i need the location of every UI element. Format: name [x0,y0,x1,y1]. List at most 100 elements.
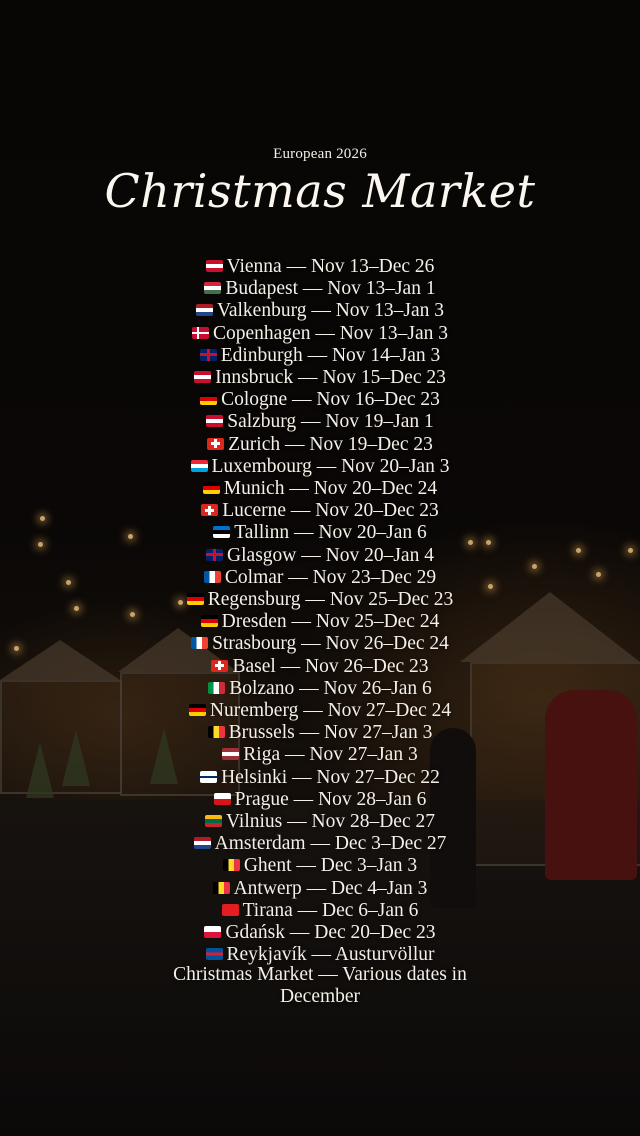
market-item: Munich — Nov 20–Dec 24 [0,478,640,500]
market-item: Tallinn — Nov 20–Jan 6 [0,522,640,544]
market-item-text: Budapest — Nov 13–Jan 1 [225,278,436,300]
albania-flag-icon [221,903,239,916]
luxembourg-flag-icon [190,459,208,472]
market-item: Amsterdam — Dec 3–Dec 27 [0,833,640,855]
market-item-text: Prague — Nov 28–Jan 6 [234,788,427,810]
market-list: Vienna — Nov 13–Dec 26 Budapest — Nov 13–… [0,256,640,967]
market-item: Colmar — Nov 23–Dec 29 [0,567,640,589]
market-item-text: Zurich — Nov 19–Dec 23 [228,433,433,455]
market-item-text: Munich — Nov 20–Dec 24 [223,478,438,500]
germany-flag-icon [200,393,218,406]
market-item: Gdańsk — Dec 20–Dec 23 [0,922,640,944]
market-item-text: Tallinn — Nov 20–Jan 6 [234,522,427,544]
market-item: Antwerp — Dec 4–Jan 3 [0,878,640,900]
market-item-text: Reykjavík — Austurvöllur [226,944,435,966]
market-item-text: Valkenburg — Nov 13–Jan 3 [216,300,445,322]
uk-flag-icon [199,348,217,361]
market-item-text: Innsbruck — Nov 15–Dec 23 [215,367,446,389]
estonia-flag-icon [213,526,231,539]
market-item: Ghent — Dec 3–Jan 3 [0,855,640,877]
market-item-text: Brussels — Nov 27–Jan 3 [228,722,433,744]
market-item-text: Colmar — Nov 23–Dec 29 [224,566,437,588]
market-item-text: Copenhagen — Nov 13–Jan 3 [212,322,449,344]
market-item: Salzburg — Nov 19–Jan 1 [0,411,640,433]
footer-note: Christmas Market — Various dates in Dece… [173,964,467,1008]
market-item-text: Dresden — Nov 25–Dec 24 [221,611,440,633]
market-item: Basel — Nov 26–Dec 23 [0,656,640,678]
latvia-flag-icon [222,748,240,761]
belgium-flag-icon [212,881,230,894]
market-item-text: Antwerp — Dec 4–Jan 3 [233,877,428,899]
italy-flag-icon [208,681,226,694]
market-item-text: Nuremberg — Nov 27–Dec 24 [209,700,452,722]
czech-flag-icon [213,792,231,805]
austria-flag-icon [205,260,223,272]
market-item-text: Helsinki — Nov 27–Dec 22 [221,766,440,788]
market-item: Glasgow — Nov 20–Jan 4 [0,545,640,567]
market-item-text: Basel — Nov 26–Dec 23 [232,655,429,677]
market-item-text: Salzburg — Nov 19–Jan 1 [227,411,434,433]
belgium-flag-icon [207,726,225,739]
netherlands-flag-icon [193,837,211,850]
market-item-text: Ghent — Dec 3–Jan 3 [243,855,418,877]
switzerland-flag-icon [211,659,229,672]
market-item: Lucerne — Nov 20–Dec 23 [0,500,640,522]
switzerland-flag-icon [207,437,225,450]
austria-flag-icon [194,371,212,384]
market-item: Dresden — Nov 25–Dec 24 [0,611,640,633]
market-item-text: Amsterdam — Dec 3–Dec 27 [214,833,447,855]
market-item: Valkenburg — Nov 13–Jan 3 [0,300,640,322]
market-item: Edinburgh — Nov 14–Jan 3 [0,345,640,367]
market-item-text: Bolzano — Nov 26–Jan 6 [229,677,432,699]
market-item: Bolzano — Nov 26–Jan 6 [0,678,640,700]
market-item: Vilnius — Nov 28–Dec 27 [0,811,640,833]
market-item-text: Regensburg — Nov 25–Dec 23 [207,589,454,611]
market-item-text: Edinburgh — Nov 14–Jan 3 [220,344,441,366]
germany-flag-icon [188,704,206,717]
market-item-text: Strasbourg — Nov 26–Dec 24 [212,633,449,655]
market-item-text: Gdańsk — Dec 20–Dec 23 [225,922,436,944]
market-item-text: Vienna — Nov 13–Dec 26 [226,256,435,277]
iceland-flag-icon [205,948,223,961]
market-item-text: Luxembourg — Nov 20–Jan 3 [211,455,450,477]
market-item-text: Lucerne — Nov 20–Dec 23 [222,500,439,522]
market-item: Prague — Nov 28–Jan 6 [0,789,640,811]
poland-flag-icon [204,926,222,939]
market-item-text: Glasgow — Nov 20–Jan 4 [227,544,434,566]
lithuania-flag-icon [205,815,222,828]
france-flag-icon [191,637,209,650]
header: European 2026 Christmas Market [0,146,640,219]
germany-flag-icon [200,615,218,628]
finland-flag-icon [200,770,218,783]
market-item-text: Riga — Nov 27–Jan 3 [243,744,418,766]
market-item: Helsinki — Nov 27–Dec 22 [0,767,640,789]
market-item: Luxembourg — Nov 20–Jan 3 [0,456,640,478]
market-item: Zurich — Nov 19–Dec 23 [0,434,640,456]
market-item: Riga — Nov 27–Jan 3 [0,744,640,766]
netherlands-flag-icon [195,304,213,317]
market-item: Regensburg — Nov 25–Dec 23 [0,589,640,611]
market-item-text: Cologne — Nov 16–Dec 23 [221,389,440,411]
market-item: Budapest — Nov 13–Jan 1 [0,278,640,300]
header-subtitle: European 2026 [273,146,367,162]
market-item: Cologne — Nov 16–Dec 23 [0,389,640,411]
denmark-flag-icon [191,326,209,339]
belgium-flag-icon [222,859,240,872]
hungary-flag-icon [204,282,222,295]
market-item: Nuremberg — Nov 27–Dec 24 [0,700,640,722]
austria-flag-icon [206,415,224,428]
market-item: Tirana — Dec 6–Jan 6 [0,900,640,922]
france-flag-icon [203,570,221,583]
market-item: Brussels — Nov 27–Jan 3 [0,722,640,744]
market-item: Strasbourg — Nov 26–Dec 24 [0,633,640,655]
switzerland-flag-icon [201,504,219,517]
market-item: Vienna — Nov 13–Dec 26 [0,256,640,278]
germany-flag-icon [202,482,220,495]
market-item: Innsbruck — Nov 15–Dec 23 [0,367,640,389]
header-title: Christmas Market [104,164,536,218]
market-item: Copenhagen — Nov 13–Jan 3 [0,323,640,345]
market-item-text: Vilnius — Nov 28–Dec 27 [226,811,435,833]
uk-flag-icon [206,548,224,561]
market-item-text: Tirana — Dec 6–Jan 6 [242,899,419,921]
germany-flag-icon [186,593,204,606]
